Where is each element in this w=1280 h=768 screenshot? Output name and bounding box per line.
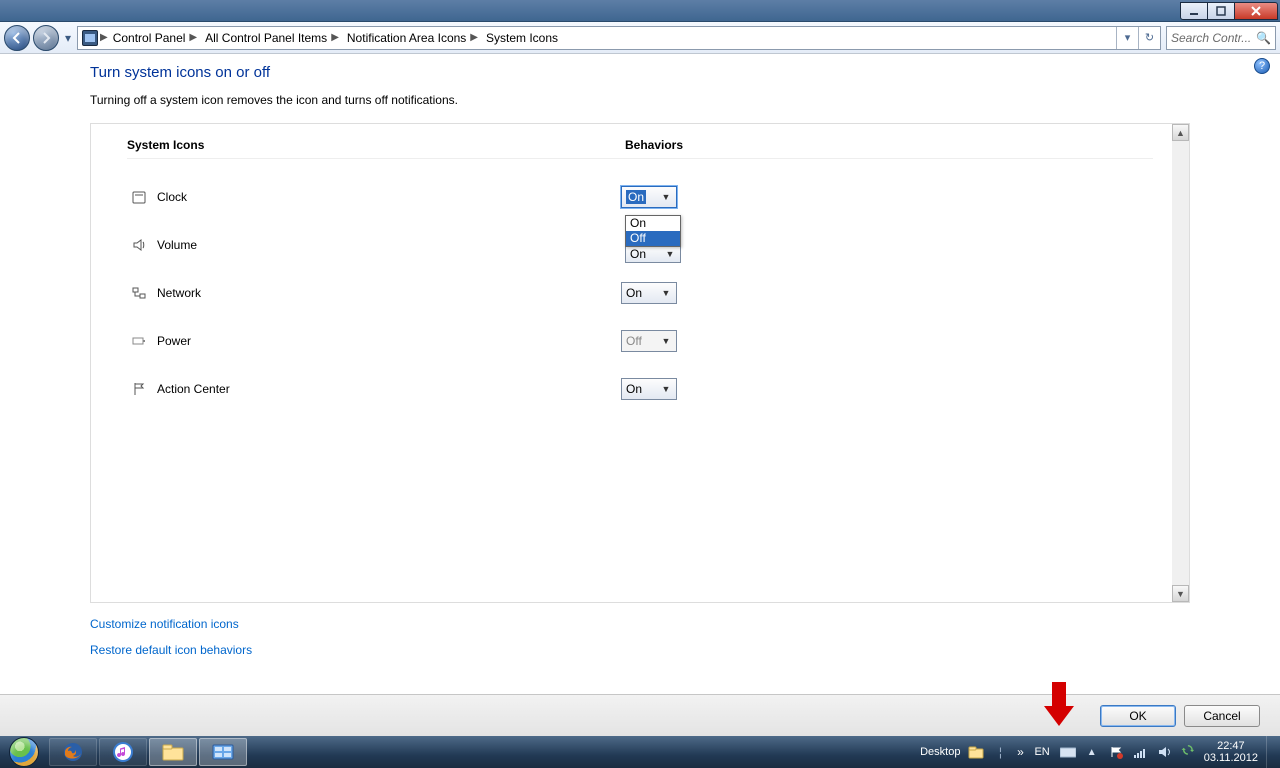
cancel-button[interactable]: Cancel	[1184, 705, 1260, 727]
link-restore-default-behaviors[interactable]: Restore default icon behaviors	[90, 643, 1190, 657]
taskbar-item-firefox[interactable]	[49, 738, 97, 766]
taskbar-item-control-panel[interactable]	[199, 738, 247, 766]
tray-clock[interactable]: 22:47 03.11.2012	[1204, 740, 1258, 764]
close-button[interactable]	[1234, 2, 1278, 20]
action-center-tray-icon[interactable]	[1108, 744, 1124, 760]
breadcrumb-item[interactable]: System Icons	[483, 27, 561, 49]
volume-tray-icon[interactable]	[1156, 744, 1172, 760]
flag-icon	[127, 381, 151, 397]
tray-date: 03.11.2012	[1204, 752, 1258, 764]
network-tray-icon[interactable]	[1132, 744, 1148, 760]
row-action-center: Action Center On▼	[127, 365, 1153, 413]
network-icon	[127, 285, 151, 301]
row-label: Power	[151, 334, 621, 348]
breadcrumb-item[interactable]: Control Panel▶	[110, 27, 200, 49]
maximize-button[interactable]	[1207, 2, 1235, 20]
row-label: Action Center	[151, 382, 621, 396]
column-header-behaviors: Behaviors	[625, 138, 1153, 159]
breadcrumb-item[interactable]: Notification Area Icons▶	[344, 27, 481, 49]
power-icon	[127, 333, 151, 349]
row-clock: Clock On▼	[127, 173, 1153, 221]
panel-scrollbar[interactable]: ▲▼	[1172, 124, 1189, 602]
system-icons-panel: ▲▼ System Icons Behaviors Clock On▼ On O…	[90, 123, 1190, 603]
action-center-behavior-combo[interactable]: On▼	[621, 378, 677, 400]
search-input[interactable]: Search Contr... 🔍	[1166, 26, 1276, 50]
page-subtext: Turning off a system icon removes the ic…	[90, 93, 1190, 107]
row-label: Network	[151, 286, 621, 300]
annotation-arrow-ok	[1042, 682, 1076, 726]
ok-button[interactable]: OK	[1100, 705, 1176, 727]
dropdown-option-on[interactable]: On	[626, 216, 680, 231]
minimize-button[interactable]	[1180, 2, 1208, 20]
tray-show-hidden-icon[interactable]: ▲	[1084, 744, 1100, 760]
back-button[interactable]	[4, 25, 30, 51]
column-header-icons: System Icons	[127, 138, 625, 159]
link-customize-notification-icons[interactable]: Customize notification icons	[90, 617, 1190, 631]
power-behavior-combo: Off▼	[621, 330, 677, 352]
chevron-down-icon: ▼	[662, 248, 678, 260]
desktop-toolbar-icon[interactable]	[968, 744, 984, 760]
taskbar-item-itunes[interactable]	[99, 738, 147, 766]
nav-history-dropdown[interactable]: ▾	[62, 25, 74, 51]
tray-chevron-icon[interactable]: »	[1016, 744, 1024, 760]
search-icon: 🔍	[1256, 31, 1271, 45]
keyboard-icon[interactable]	[1060, 744, 1076, 760]
clock-behavior-dropdown[interactable]: On Off	[625, 215, 681, 247]
chevron-down-icon: ▼	[658, 333, 674, 349]
page-title: Turn system icons on or off	[90, 64, 1190, 81]
help-icon[interactable]: ?	[1254, 58, 1270, 74]
show-desktop-button[interactable]	[1266, 736, 1276, 768]
row-power: Power Off▼	[127, 317, 1153, 365]
clock-behavior-combo[interactable]: On▼	[621, 186, 677, 208]
taskbar: Desktop ¦ » EN ▲ 22:47 03.11.2012	[0, 736, 1280, 768]
address-dropdown[interactable]: ▾	[1116, 27, 1138, 49]
sync-tray-icon[interactable]	[1180, 744, 1196, 760]
chevron-down-icon: ▼	[658, 381, 674, 397]
start-button[interactable]	[0, 736, 48, 768]
network-behavior-combo[interactable]: On▼	[621, 282, 677, 304]
taskbar-item-explorer[interactable]	[149, 738, 197, 766]
tray-separator-icon: ¦	[992, 744, 1008, 760]
address-bar[interactable]: ▶ Control Panel▶ All Control Panel Items…	[77, 26, 1161, 50]
breadcrumb-item[interactable]: All Control Panel Items▶	[202, 27, 342, 49]
row-network: Network On▼	[127, 269, 1153, 317]
volume-icon	[127, 237, 151, 253]
chevron-down-icon: ▼	[658, 189, 674, 205]
window-titlebar	[0, 0, 1280, 22]
dialog-button-strip: OK Cancel	[0, 694, 1280, 736]
forward-button[interactable]	[33, 25, 59, 51]
dropdown-option-off[interactable]: Off	[626, 231, 680, 246]
row-label: Clock	[151, 190, 621, 204]
language-indicator[interactable]: EN	[1032, 746, 1051, 758]
refresh-button[interactable]: ↻	[1138, 27, 1160, 49]
search-placeholder: Search Contr...	[1171, 31, 1251, 45]
volume-behavior-combo[interactable]: On▼	[625, 245, 681, 263]
tray-time: 22:47	[1204, 740, 1258, 752]
control-panel-icon	[82, 30, 98, 46]
desktop-toolbar-label[interactable]: Desktop	[920, 746, 960, 758]
explorer-navbar: ▾ ▶ Control Panel▶ All Control Panel Ite…	[0, 22, 1280, 54]
row-label: Volume	[151, 238, 621, 252]
chevron-down-icon: ▼	[658, 285, 674, 301]
clock-icon	[127, 189, 151, 205]
chevron-right-icon[interactable]: ▶	[100, 32, 108, 43]
